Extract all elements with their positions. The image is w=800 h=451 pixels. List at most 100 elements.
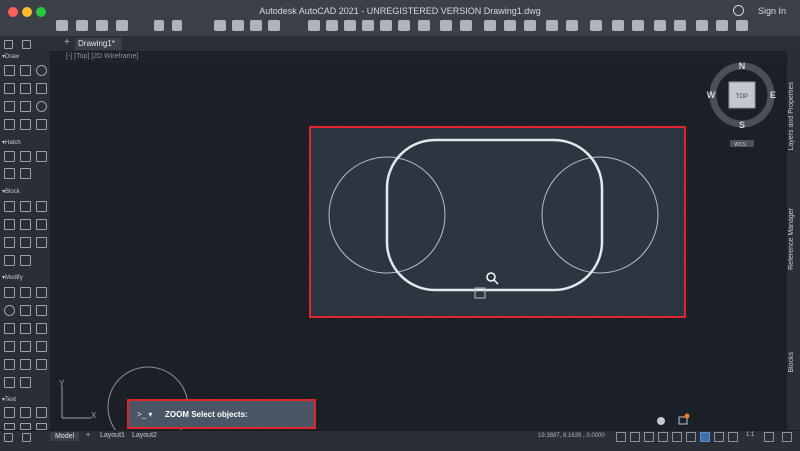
stretch-icon[interactable] <box>20 341 31 352</box>
copy-object-icon[interactable] <box>20 287 31 298</box>
rotate-icon[interactable] <box>4 305 15 316</box>
section-text[interactable]: Text <box>2 396 16 403</box>
select-similar-icon[interactable] <box>632 20 644 31</box>
area-icon[interactable] <box>504 20 516 31</box>
arc-icon[interactable] <box>20 83 31 94</box>
window-toggle-icon[interactable] <box>22 40 31 49</box>
layout-list-icon[interactable] <box>4 433 13 442</box>
layer-off-icon[interactable] <box>380 20 392 31</box>
redo-icon[interactable] <box>172 20 182 31</box>
tab-layers-and-properties[interactable]: Layers and Properties <box>788 82 795 150</box>
rectangle-icon[interactable] <box>4 83 15 94</box>
new-tab-button[interactable]: + <box>64 37 70 48</box>
create-block-icon[interactable] <box>20 201 31 212</box>
add-layout-button[interactable]: + <box>86 432 90 439</box>
copy-icon[interactable] <box>250 20 262 31</box>
scale-icon[interactable] <box>4 341 15 352</box>
object-snap-icon[interactable] <box>700 432 710 442</box>
object-snap-tracking-icon[interactable] <box>686 432 696 442</box>
mirror-icon[interactable] <box>36 287 47 298</box>
layer-icon[interactable] <box>308 20 320 31</box>
align-icon[interactable] <box>20 377 31 388</box>
user-icon[interactable] <box>733 5 744 16</box>
text-icon[interactable] <box>4 407 15 418</box>
layer-isolate-icon[interactable] <box>362 20 374 31</box>
quick-select-icon[interactable] <box>612 20 624 31</box>
hatch-icon[interactable] <box>4 151 15 162</box>
move-icon[interactable] <box>4 287 15 298</box>
ungroup-icon[interactable] <box>674 20 686 31</box>
trim-icon[interactable] <box>20 305 31 316</box>
revcloud-icon[interactable] <box>36 119 47 130</box>
share-icon[interactable] <box>736 20 748 31</box>
favorite-blocks-icon[interactable] <box>4 255 15 266</box>
sign-in-button[interactable]: Sign In <box>758 6 786 16</box>
tab-layout1[interactable]: Layout1 <box>100 432 125 439</box>
fillet-icon[interactable] <box>4 323 15 334</box>
edit-attribute-icon[interactable] <box>20 219 31 230</box>
extend-icon[interactable] <box>36 305 47 316</box>
gradient-icon[interactable] <box>20 151 31 162</box>
layer-freeze-icon[interactable] <box>398 20 410 31</box>
insert-block-icon[interactable] <box>4 201 15 212</box>
command-line[interactable]: >_ ▾ ZOOM Select objects: <box>127 399 316 429</box>
navigation-wheel-icon[interactable] <box>657 417 665 425</box>
attach-icon[interactable] <box>716 20 728 31</box>
workspace-switch-icon[interactable] <box>764 432 774 442</box>
define-attribute-icon[interactable] <box>4 219 15 230</box>
annotation-scale[interactable]: 1:1 <box>746 432 754 438</box>
multiline-icon[interactable] <box>4 101 15 112</box>
write-block-icon[interactable] <box>36 219 47 230</box>
base-point-icon[interactable] <box>20 237 31 248</box>
measure-icon[interactable] <box>484 20 496 31</box>
spline-icon[interactable] <box>20 101 31 112</box>
manage-attributes-icon[interactable] <box>36 237 47 248</box>
spell-check-icon[interactable] <box>36 423 47 430</box>
circle-icon[interactable] <box>36 65 47 76</box>
explode-icon[interactable] <box>4 359 15 370</box>
ortho-toggle-icon[interactable] <box>644 432 654 442</box>
chamfer-icon[interactable] <box>20 323 31 334</box>
tool-palette-toggle-icon[interactable] <box>4 40 13 49</box>
compass-east[interactable]: E <box>770 90 776 100</box>
tab-layout2[interactable]: Layout2 <box>132 432 157 439</box>
customization-menu-icon[interactable] <box>782 432 792 442</box>
drawing-canvas[interactable]: Y X TOP N S W E WCS <box>51 61 786 448</box>
section-block[interactable]: Block <box>2 188 20 195</box>
synchronize-icon[interactable] <box>20 255 31 266</box>
lineweight-icon[interactable] <box>714 432 724 442</box>
grid-toggle-icon[interactable] <box>616 432 626 442</box>
offset-icon[interactable] <box>36 341 47 352</box>
group-icon[interactable] <box>654 20 666 31</box>
polar-toggle-icon[interactable] <box>658 432 668 442</box>
undo-icon[interactable] <box>154 20 164 31</box>
tab-blocks[interactable]: Blocks <box>788 352 795 373</box>
plot-icon[interactable] <box>214 20 226 31</box>
viewport-label[interactable]: [-] [Top] [2D Wireframe] <box>66 53 138 60</box>
compass-west[interactable]: W <box>707 90 716 100</box>
zoom-window-icon[interactable] <box>418 20 430 31</box>
properties-icon[interactable] <box>268 20 280 31</box>
compass-south[interactable]: S <box>739 120 745 130</box>
layer-state-icon[interactable] <box>326 20 338 31</box>
print-icon[interactable] <box>232 20 244 31</box>
hatch-edit-icon[interactable] <box>4 168 15 179</box>
wipeout-icon[interactable] <box>20 119 31 130</box>
layout-menu-icon[interactable] <box>22 433 31 442</box>
multiline-text-icon[interactable] <box>20 407 31 418</box>
polygon-icon[interactable] <box>36 83 47 94</box>
data-extraction-icon[interactable] <box>566 20 578 31</box>
tab-drawing1[interactable]: Drawing1* <box>75 38 122 50</box>
break-icon[interactable] <box>4 377 15 388</box>
polyline-icon[interactable] <box>20 65 31 76</box>
section-draw[interactable]: Draw <box>2 53 19 60</box>
block-editor-icon[interactable] <box>36 201 47 212</box>
text-style-icon[interactable] <box>36 407 47 418</box>
line-icon[interactable] <box>4 65 15 76</box>
pattern-icon[interactable] <box>20 168 31 179</box>
ellipse-icon[interactable] <box>36 101 47 112</box>
tab-reference-manager[interactable]: Reference Manager <box>788 208 795 270</box>
transparency-icon[interactable] <box>728 432 738 442</box>
tab-model[interactable]: Model <box>50 432 80 441</box>
new-file-icon[interactable] <box>56 20 68 31</box>
